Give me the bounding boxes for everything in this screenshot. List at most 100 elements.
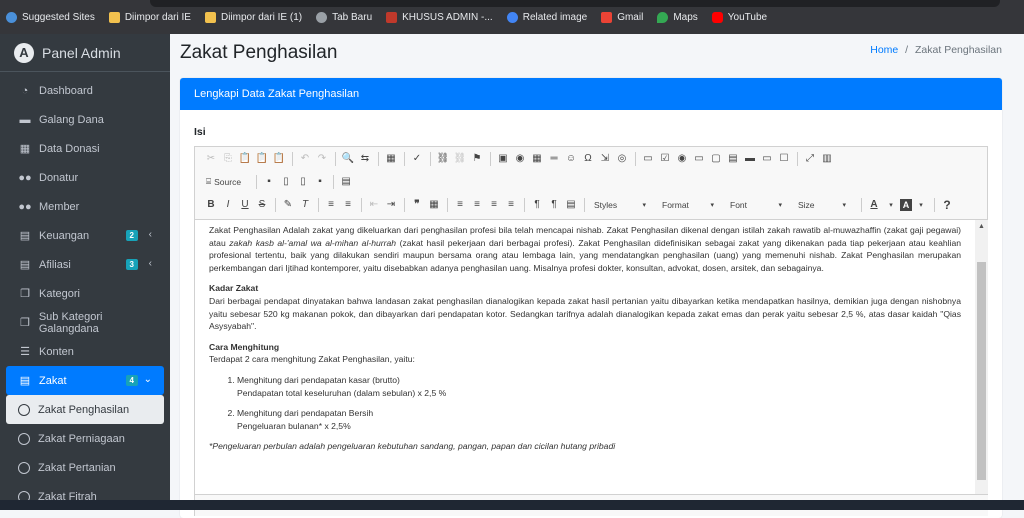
- language-icon[interactable]: ▤: [563, 197, 579, 213]
- format-select[interactable]: Format ▾: [657, 197, 719, 213]
- flash-icon[interactable]: ◉: [512, 151, 528, 167]
- brand[interactable]: A Panel Admin: [0, 34, 170, 72]
- bookmark-youtube[interactable]: YouTube: [711, 11, 767, 23]
- caret-down-icon[interactable]: ▾: [913, 197, 929, 213]
- copy-icon[interactable]: ⎘: [220, 151, 236, 167]
- hidden-field-icon[interactable]: ☐: [776, 151, 792, 167]
- cut-icon[interactable]: ✂: [203, 151, 219, 167]
- source-button[interactable]: ⌸ Source: [203, 174, 246, 190]
- badge: 2: [125, 230, 138, 241]
- align-right-icon[interactable]: ≡: [486, 197, 502, 213]
- help-icon[interactable]: ?: [939, 197, 955, 213]
- div-container-icon[interactable]: ▦: [426, 197, 442, 213]
- bookmark-khusus-admin[interactable]: KHUSUS ADMIN -...: [386, 11, 493, 23]
- paste-word-icon[interactable]: 📋: [271, 151, 287, 167]
- numbered-list-icon[interactable]: ≡: [323, 197, 339, 213]
- styles-select[interactable]: Styles ▾: [589, 197, 651, 213]
- background-color-icon[interactable]: A: [900, 198, 912, 211]
- underline-icon[interactable]: U: [237, 197, 253, 213]
- find-icon[interactable]: 🔍: [340, 151, 356, 167]
- text-field-icon[interactable]: ▭: [691, 151, 707, 167]
- checkbox-icon[interactable]: ☑: [657, 151, 673, 167]
- paste-text-icon[interactable]: 📋: [254, 151, 270, 167]
- templates-icon[interactable]: ▤: [338, 174, 354, 190]
- font-select[interactable]: Font ▾: [725, 197, 787, 213]
- circle-icon: [18, 403, 30, 416]
- sidebar-subitem-zakat-pertanian[interactable]: Zakat Pertanian: [6, 453, 164, 482]
- scrollbar-thumb[interactable]: [977, 262, 986, 480]
- preview-icon[interactable]: ▯: [295, 174, 311, 190]
- sidebar-item-kategori[interactable]: ❐ Kategori: [6, 279, 164, 308]
- editor-scrollbar[interactable]: ▲: [975, 219, 988, 494]
- remove-format-icon[interactable]: T: [297, 197, 313, 213]
- caret-down-icon[interactable]: ▾: [883, 197, 899, 213]
- outdent-icon[interactable]: ⇤: [366, 197, 382, 213]
- copy-format-icon[interactable]: ✎: [280, 197, 296, 213]
- scroll-up-icon[interactable]: ▲: [978, 223, 985, 230]
- image-button-icon[interactable]: ▭: [759, 151, 775, 167]
- select-field-icon[interactable]: ▤: [725, 151, 741, 167]
- replace-icon[interactable]: ⇆: [357, 151, 373, 167]
- new-page-icon[interactable]: ▯: [278, 174, 294, 190]
- editor-content-area[interactable]: Zakat Penghasilan Adalah zakat yang dike…: [195, 219, 975, 494]
- special-char-icon[interactable]: Ω: [580, 151, 596, 167]
- sidebar-item-afiliasi[interactable]: ▤ Afiliasi 3 ‹: [6, 250, 164, 279]
- select-all-icon[interactable]: ▦: [383, 151, 399, 167]
- anchor-icon[interactable]: ⚑: [469, 151, 485, 167]
- align-left-icon[interactable]: ≡: [452, 197, 468, 213]
- textarea-icon[interactable]: ▢: [708, 151, 724, 167]
- smiley-icon[interactable]: ☺: [563, 151, 579, 167]
- image-icon[interactable]: ▣: [495, 151, 511, 167]
- undo-icon[interactable]: ↶: [297, 151, 313, 167]
- bookmark-tab-baru[interactable]: Tab Baru: [316, 11, 372, 23]
- sidebar-subitem-zakat-perniagaan[interactable]: Zakat Perniagaan: [6, 424, 164, 453]
- sidebar-item-dashboard[interactable]: ◔ Dashboard: [6, 76, 164, 105]
- sidebar-item-donatur[interactable]: ●● Donatur: [6, 163, 164, 192]
- unlink-icon[interactable]: ⛓: [452, 151, 468, 167]
- bookmark-suggested-sites[interactable]: Suggested Sites: [6, 11, 95, 23]
- maximize-icon[interactable]: ⤢: [802, 151, 818, 167]
- table-insert-icon[interactable]: ▦: [529, 151, 545, 167]
- iframe-icon[interactable]: ◎: [614, 151, 630, 167]
- sidebar-item-zakat[interactable]: ▤ Zakat 4 ⌄: [6, 366, 164, 395]
- bold-icon[interactable]: B: [203, 197, 219, 213]
- indent-icon[interactable]: ⇥: [383, 197, 399, 213]
- blockquote-icon[interactable]: ❞: [409, 197, 425, 213]
- bookmark-diimpor-ie[interactable]: Diimpor dari IE: [108, 11, 191, 23]
- radio-icon[interactable]: ◉: [674, 151, 690, 167]
- bookmark-diimpor-ie-1[interactable]: Diimpor dari IE (1): [204, 11, 302, 23]
- text-color-icon[interactable]: A: [866, 197, 882, 213]
- spellcheck-icon[interactable]: ✓: [409, 151, 425, 167]
- bulleted-list-icon[interactable]: ≡: [340, 197, 356, 213]
- redo-icon[interactable]: ↷: [314, 151, 330, 167]
- sidebar-item-sub-kategori[interactable]: ❐ Sub Kategori Galangdana: [6, 308, 164, 337]
- sidebar-item-galang-dana[interactable]: ▬ Galang Dana: [6, 105, 164, 134]
- italic-icon[interactable]: I: [220, 197, 236, 213]
- breadcrumb-home-link[interactable]: Home: [870, 44, 898, 56]
- align-center-icon[interactable]: ≡: [469, 197, 485, 213]
- sidebar-item-data-donasi[interactable]: ▦ Data Donasi: [6, 134, 164, 163]
- show-blocks-icon[interactable]: ▥: [819, 151, 835, 167]
- heading-kadar-zakat: Kadar Zakat: [209, 283, 259, 294]
- horizontal-line-icon[interactable]: ═: [546, 151, 562, 167]
- align-justify-icon[interactable]: ≡: [503, 197, 519, 213]
- size-select[interactable]: Size ▾: [793, 197, 851, 213]
- users-icon: ●●: [18, 171, 32, 184]
- bookmark-gmail[interactable]: Gmail: [601, 11, 643, 23]
- sidebar-item-member[interactable]: ●● Member: [6, 192, 164, 221]
- strikethrough-icon[interactable]: S: [254, 197, 270, 213]
- save-icon[interactable]: ▪: [261, 174, 277, 190]
- sidebar-item-keuangan[interactable]: ▤ Keuangan 2 ‹: [6, 221, 164, 250]
- print-icon[interactable]: ▪: [312, 174, 328, 190]
- paste-icon[interactable]: 📋: [237, 151, 253, 167]
- bookmark-maps[interactable]: Maps: [657, 11, 698, 23]
- ltr-icon[interactable]: ¶: [529, 197, 545, 213]
- sidebar-subitem-zakat-penghasilan[interactable]: Zakat Penghasilan: [6, 395, 164, 424]
- page-break-icon[interactable]: ⇲: [597, 151, 613, 167]
- form-icon[interactable]: ▭: [640, 151, 656, 167]
- button-field-icon[interactable]: ▬: [742, 151, 758, 167]
- bookmark-related-image[interactable]: Related image: [506, 11, 587, 23]
- rtl-icon[interactable]: ¶: [546, 197, 562, 213]
- link-icon[interactable]: ⛓: [435, 151, 451, 167]
- sidebar-item-konten[interactable]: ☰ Konten: [6, 337, 164, 366]
